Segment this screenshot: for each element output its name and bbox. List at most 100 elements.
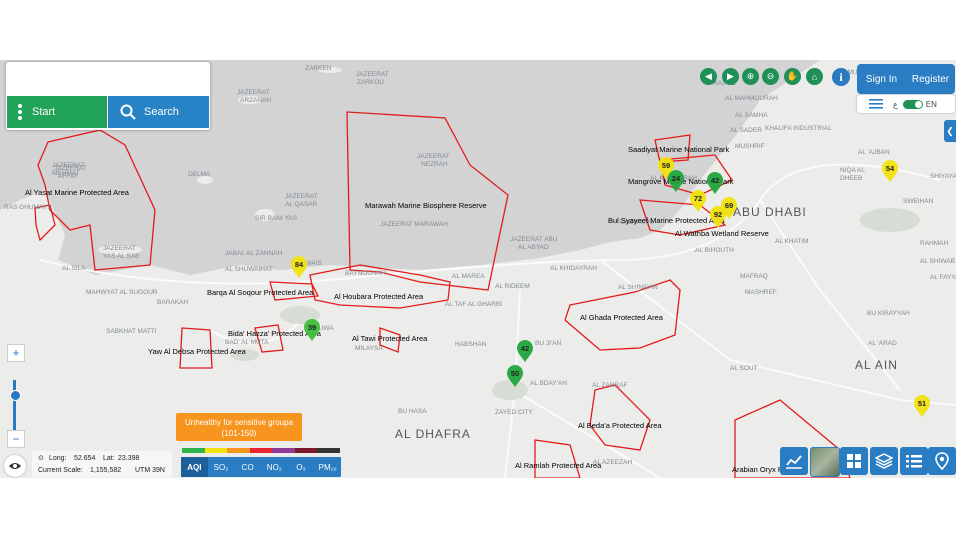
pollutant-tab[interactable]: PM₁₀: [314, 457, 341, 477]
svg-text:BU JI'AN: BU JI'AN: [535, 340, 561, 347]
grid-view-button[interactable]: [840, 447, 868, 475]
side-panel-toggle[interactable]: ❮: [944, 120, 956, 142]
home-button[interactable]: ⌂: [806, 68, 823, 85]
svg-text:AL FAYYAH: AL FAYYAH: [930, 274, 956, 281]
locate-button[interactable]: [928, 447, 956, 475]
svg-text:BARAKAH: BARAKAH: [157, 299, 188, 306]
svg-text:AL SHIWAB: AL SHIWAB: [920, 258, 955, 265]
svg-text:NIQA AL: NIQA AL: [840, 167, 865, 174]
svg-text:JAZEERAT ABU: JAZEERAT ABU: [510, 236, 558, 243]
svg-text:Bul Syayeef Marine Protected A: Bul Syayeef Marine Protected Area: [608, 216, 726, 225]
hamburger-menu-icon[interactable]: [869, 99, 883, 109]
info-button[interactable]: i: [832, 68, 850, 86]
svg-text:AL SHINAYIN: AL SHINAYIN: [618, 284, 658, 291]
svg-text:AL SADER: AL SADER: [730, 127, 762, 134]
aqi-marker-value: 39: [308, 323, 316, 332]
svg-text:AL KHIDAYRAH: AL KHIDAYRAH: [550, 265, 597, 272]
svg-text:AL SAMHA: AL SAMHA: [735, 112, 768, 119]
aqi-scale-segment: [294, 448, 318, 453]
svg-text:AL ABYAD: AL ABYAD: [518, 244, 549, 251]
search-label: Search: [144, 106, 179, 118]
svg-text:MASHREF: MASHREF: [745, 289, 777, 296]
aqi-marker-value: 92: [714, 210, 722, 219]
region-label-al-ain: AL AIN: [855, 358, 898, 372]
aqi-marker-value: 54: [886, 164, 895, 173]
svg-text:BAD' AL MUTA: BAD' AL MUTA: [225, 339, 269, 346]
scale-label: Current Scale:: [38, 467, 83, 474]
svg-text:BU KIRAYYAH: BU KIRAYYAH: [867, 310, 910, 317]
pollutant-tab[interactable]: SO₂: [208, 457, 235, 477]
aqi-marker-value: 42: [521, 344, 529, 353]
language-toggle[interactable]: [902, 99, 923, 109]
aqi-scale-segment: [249, 448, 273, 453]
long-value: 52.654: [74, 455, 96, 462]
svg-text:DELMA: DELMA: [188, 171, 211, 178]
svg-text:MAFRAQ: MAFRAQ: [740, 273, 768, 280]
svg-text:ZARKOU: ZARKOU: [357, 79, 384, 86]
pollutant-tab[interactable]: AQI: [181, 457, 208, 477]
aqi-marker-value: 69: [725, 201, 733, 210]
language-bar: ع EN: [857, 95, 955, 113]
svg-text:MAHWYAT AL SUGOUR: MAHWYAT AL SUGOUR: [86, 289, 158, 296]
pollutant-tab[interactable]: O₃: [288, 457, 315, 477]
pan-hand-icon: ✋: [786, 71, 799, 81]
search-button[interactable]: Search: [108, 96, 209, 128]
map-viewport[interactable]: AL DHAFRA ABU DHABI AL AIN ZARKEN JAZEER…: [0, 60, 956, 478]
long-label: Long:: [49, 455, 67, 462]
list-icon: [906, 455, 922, 468]
lat-label: Lat:: [103, 455, 115, 462]
zoom-in-tool-button[interactable]: ⊕: [742, 68, 759, 85]
chart-icon: [786, 455, 802, 469]
svg-text:Al Tawi Protected Area: Al Tawi Protected Area: [352, 334, 428, 343]
svg-text:NEZRAH: NEZRAH: [421, 161, 448, 168]
chevron-left-icon: ❮: [946, 125, 954, 136]
pollutant-tab[interactable]: NO₂: [261, 457, 288, 477]
zoom-in-button[interactable]: +: [7, 344, 25, 362]
scale-value: 1,155,582: [90, 467, 122, 474]
zoom-out-tool-button[interactable]: ⊖: [762, 68, 779, 85]
aqi-marker-value: 24: [672, 174, 681, 183]
legend-list-button[interactable]: [900, 447, 928, 475]
svg-text:AL MAREA: AL MAREA: [452, 273, 485, 280]
pollutant-tabs: AQI SO₂ CO NO₂ O₃ PM₁₀: [181, 457, 341, 477]
aqi-scale-segment: [317, 448, 341, 453]
svg-text:AL SHUWAIHAT: AL SHUWAIHAT: [225, 266, 273, 273]
svg-text:AL SOUT: AL SOUT: [730, 365, 758, 372]
pollutant-tab[interactable]: CO: [234, 457, 261, 477]
location-icon: ⊙: [38, 455, 44, 462]
svg-text:RAHMAH: RAHMAH: [920, 240, 948, 247]
aqi-marker-value: 59: [662, 161, 670, 170]
svg-text:JAZEERAT: JAZEERAT: [356, 71, 389, 78]
svg-text:JAZEERAT: JAZEERAT: [52, 162, 85, 169]
auth-buttons: Sign In Register: [857, 64, 955, 94]
zoom-slider[interactable]: [13, 380, 16, 430]
svg-text:HABSHAN: HABSHAN: [455, 341, 487, 348]
pan-tool-button[interactable]: ✋: [784, 68, 801, 85]
svg-text:Al Yasat Marine Protected Area: Al Yasat Marine Protected Area: [25, 188, 130, 197]
lang-ar-label: ع: [893, 99, 898, 109]
register-button[interactable]: Register: [906, 64, 955, 94]
layers-button[interactable]: [870, 447, 898, 475]
svg-text:AL SILA: AL SILA: [62, 265, 86, 272]
sign-in-button[interactable]: Sign In: [857, 64, 906, 94]
svg-text:JABAL AL ZANNAH: JABAL AL ZANNAH: [225, 250, 283, 257]
chart-button[interactable]: [780, 447, 808, 475]
svg-text:Saadiyat Marine National Park: Saadiyat Marine National Park: [628, 145, 730, 154]
basemap-thumbnail[interactable]: [810, 447, 840, 477]
visibility-button[interactable]: [4, 455, 26, 477]
home-icon: ⌂: [811, 71, 818, 82]
svg-text:JAZEERAT: JAZEERAT: [285, 193, 318, 200]
aqi-scale-segment: [204, 448, 228, 453]
svg-text:Yaw Al Debsa Protected Area: Yaw Al Debsa Protected Area: [148, 347, 247, 356]
svg-text:ZARKEN: ZARKEN: [305, 65, 332, 72]
forward-button[interactable]: ▶: [722, 68, 739, 85]
zoom-out-button[interactable]: −: [7, 430, 25, 448]
start-button[interactable]: Start: [7, 96, 107, 128]
back-button[interactable]: ◀: [700, 68, 717, 85]
svg-text:Marawah Marine Biosphere Reser: Marawah Marine Biosphere Reserve: [365, 201, 487, 210]
forward-icon: ▶: [727, 71, 734, 81]
start-label: Start: [32, 106, 56, 118]
zoom-slider-handle[interactable]: [10, 390, 21, 401]
svg-text:RAS GHUMAYS: RAS GHUMAYS: [4, 204, 52, 211]
back-icon: ◀: [705, 71, 712, 81]
